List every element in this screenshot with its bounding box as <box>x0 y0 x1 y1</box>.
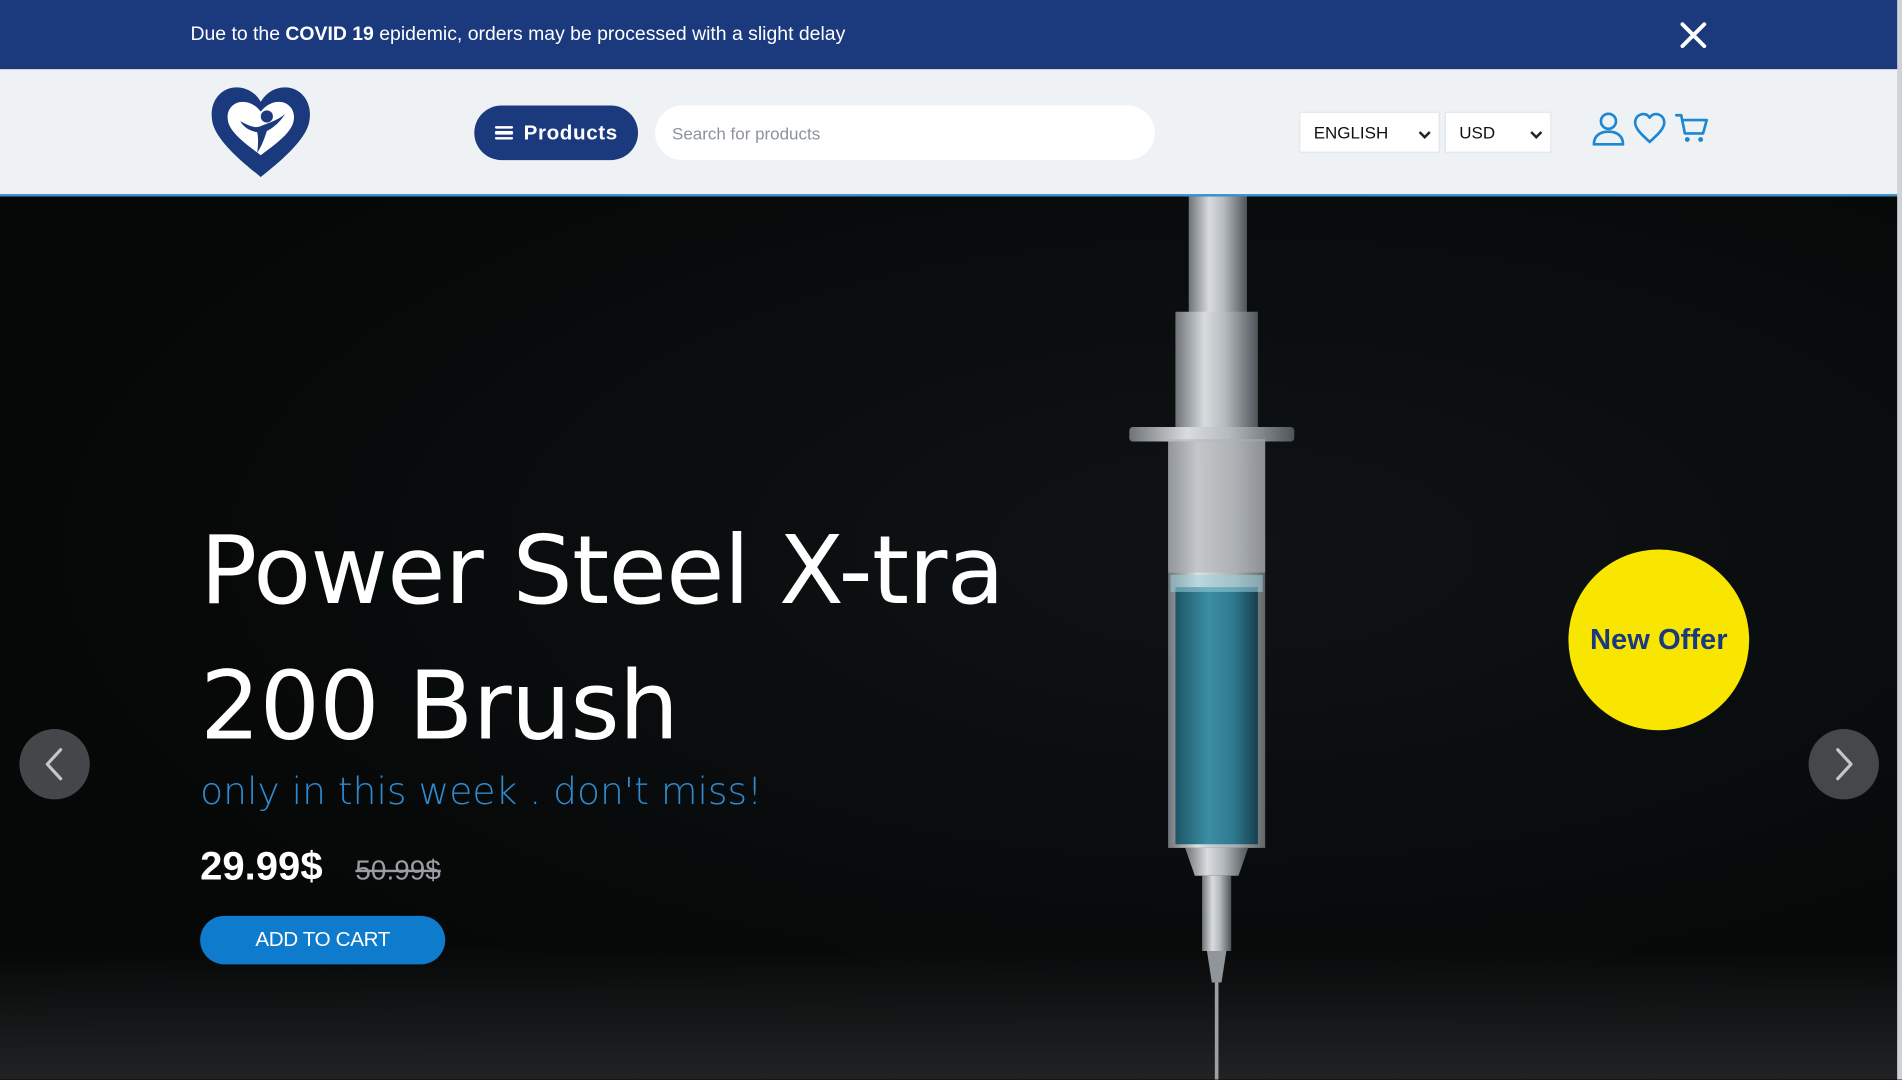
hero-price: 29.99$ <box>200 843 323 888</box>
products-menu-label: Products <box>523 120 618 144</box>
logo[interactable] <box>209 85 313 180</box>
language-value: ENGLISH <box>1313 122 1389 142</box>
add-to-cart-button[interactable]: ADD TO CART <box>200 915 446 965</box>
page: Due to the COVID 19 epidemic, orders may… <box>0 0 1902 1080</box>
currency-value: USD <box>1459 122 1496 142</box>
slider-prev-button[interactable] <box>19 729 90 800</box>
announcement-prefix: Due to the <box>190 24 286 45</box>
chevron-down-icon <box>1530 126 1543 139</box>
language-select[interactable]: ENGLISH <box>1299 111 1440 153</box>
announcement-suffix: epidemic, orders may be processed with a… <box>373 24 846 45</box>
hero-subtitle: only in this week . don't miss! <box>200 770 763 814</box>
page-scrollbar[interactable] <box>1897 0 1902 1080</box>
heart-icon[interactable] <box>1631 110 1667 146</box>
products-menu-button[interactable]: Products <box>474 105 639 161</box>
hero-floor-shadow <box>0 946 1902 1080</box>
new-offer-badge[interactable]: New Offer <box>1568 549 1750 731</box>
cart-icon[interactable] <box>1674 110 1710 146</box>
announcement-text: Due to the COVID 19 epidemic, orders may… <box>190 22 845 49</box>
close-icon[interactable] <box>1678 19 1710 51</box>
hero-title-line2: 200 Brush <box>200 652 679 762</box>
user-icon[interactable] <box>1590 110 1626 146</box>
menu-icon <box>494 125 513 141</box>
chevron-down-icon <box>1418 126 1431 139</box>
announcement-highlight: COVID 19 <box>285 24 374 45</box>
search-input[interactable] <box>655 105 1155 161</box>
hero-slider: Power Steel X-tra 200 Brush only in this… <box>0 196 1902 1080</box>
hero-title-line1: Power Steel X-tra <box>200 516 1005 626</box>
hero-old-price: 50.99$ <box>355 853 441 886</box>
chevron-right-icon <box>1836 748 1853 781</box>
syringe-image <box>1129 196 1295 1080</box>
chevron-left-icon <box>45 748 63 781</box>
hero-title: Power Steel X-tra 200 Brush <box>200 503 1073 775</box>
announcement-bar: Due to the COVID 19 epidemic, orders may… <box>0 0 1902 70</box>
slider-next-button[interactable] <box>1808 729 1879 800</box>
currency-select[interactable]: USD <box>1444 111 1552 153</box>
site-header: Products ENGLISH USD <box>0 69 1902 197</box>
